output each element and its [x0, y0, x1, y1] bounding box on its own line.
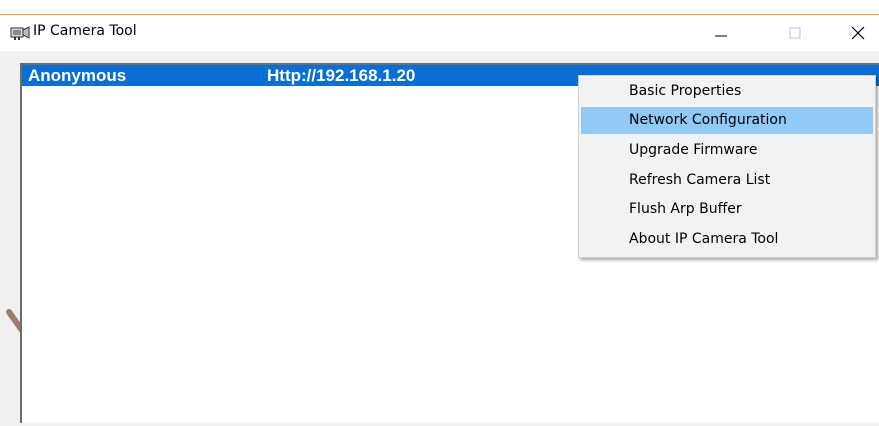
title-bar[interactable]: IP Camera Tool: [0, 15, 879, 51]
camera-name: Anonymous: [28, 66, 127, 85]
menu-item-flush-arp-buffer[interactable]: Flush Arp Buffer: [581, 196, 873, 223]
maximize-button[interactable]: [772, 15, 818, 51]
menu-item-basic-properties[interactable]: Basic Properties: [581, 78, 873, 105]
menu-item-refresh-camera-list[interactable]: Refresh Camera List: [581, 167, 873, 194]
menu-item-upgrade-firmware[interactable]: Upgrade Firmware: [581, 137, 873, 164]
menu-item-label: Upgrade Firmware: [629, 142, 758, 158]
menu-item-label: Refresh Camera List: [629, 172, 771, 188]
maximize-icon: [789, 27, 801, 39]
menu-item-network-configuration[interactable]: Network Configuration: [581, 107, 873, 134]
menu-item-label: About IP Camera Tool: [629, 231, 779, 247]
close-button[interactable]: [835, 15, 879, 51]
camera-url: Http://192.168.1.20: [267, 66, 416, 85]
window-title: IP Camera Tool: [33, 23, 137, 39]
context-menu: Basic Properties Network Configuration U…: [578, 75, 876, 258]
menu-item-label: Flush Arp Buffer: [629, 201, 742, 217]
menu-item-label: Network Configuration: [629, 112, 787, 128]
minimize-icon: [715, 35, 727, 37]
menu-item-label: Basic Properties: [629, 83, 742, 99]
minimize-button[interactable]: [698, 15, 744, 51]
close-icon: [851, 26, 865, 40]
menu-item-about-ip-camera-tool[interactable]: About IP Camera Tool: [581, 226, 873, 253]
camera-icon: [10, 26, 30, 40]
